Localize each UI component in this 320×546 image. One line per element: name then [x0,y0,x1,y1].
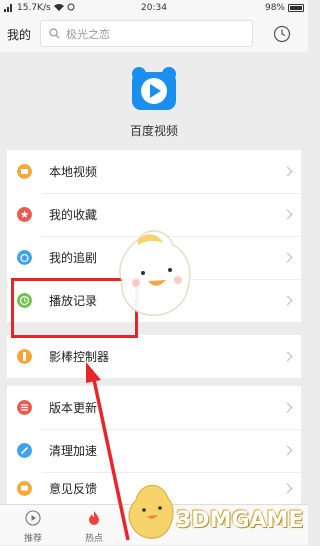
chevron-right-icon [282,402,293,413]
chevron-right-icon [282,166,293,177]
play-circle-icon [25,510,41,526]
menu-label: 影棒控制器 [49,350,110,364]
status-bar: 15.7K/s 20:34 98% [0,0,308,16]
chevron-right-icon [282,351,293,362]
menu-item-local-video[interactable]: 本地视频 [7,150,301,193]
signal-icon [4,4,14,12]
menu-item-stick-controller[interactable]: 影棒控制器 [7,335,301,378]
fire-icon [89,511,99,525]
search-placeholder: 极光之恋 [66,27,110,41]
menu-item-favorites[interactable]: 我的收藏 [7,193,301,236]
menu-item-clean[interactable]: 清理加速 [7,429,301,472]
menu-item-feedback[interactable]: 意见反馈 [7,472,301,504]
star-icon [17,207,32,222]
history-icon[interactable] [273,25,291,43]
menu-label: 我的收藏 [49,208,98,222]
menu-label: 意见反馈 [49,481,98,496]
app-logo-icon [132,67,176,110]
folder-icon [17,164,32,179]
chevron-right-icon [282,445,293,456]
page-title: 我的 [7,27,32,42]
menu-item-update[interactable]: 版本更新 [7,386,301,429]
nav-tab-recommend[interactable]: 推荐 [3,505,63,546]
update-icon [17,400,32,415]
battery-icon [288,4,304,12]
feedback-icon [17,480,32,496]
menu-label: 我的追剧 [49,251,98,265]
menu-label: 本地视频 [49,165,98,179]
clean-icon [17,443,32,458]
alarm-icon [17,250,32,265]
menu-group-stick: 影棒控制器 [7,335,301,378]
header: 我的 极光之恋 [0,16,308,52]
network-speed: 15.7K/s [17,3,51,13]
chevron-right-icon [282,295,293,306]
nav-label: 热点 [84,534,103,544]
menu-item-following[interactable]: 我的追剧 [7,236,301,279]
nav-label: 推荐 [23,534,42,544]
menu-label: 清理加速 [49,444,98,458]
chevron-right-icon [282,483,293,493]
highlight-annotation [11,278,138,338]
search-input[interactable]: 极光之恋 [40,20,253,47]
menu-group-settings: 版本更新 清理加速 意见反馈 [7,386,301,504]
nav-tab-mascot[interactable] [124,505,184,546]
wifi-icon [53,3,64,14]
search-icon [49,28,60,39]
battery-percent: 98% [264,3,285,13]
stick-icon [17,349,32,364]
app-brand: 百度视频 [0,52,308,148]
app-name: 百度视频 [129,124,178,138]
chevron-right-icon [282,252,293,263]
nav-tab-hot[interactable]: 热点 [64,505,124,546]
menu-label: 版本更新 [49,401,98,415]
watermark: 3DMGAME [176,508,304,533]
mascot-icon [133,513,161,537]
alarm-status-icon [67,3,75,14]
chevron-right-icon [282,209,293,220]
